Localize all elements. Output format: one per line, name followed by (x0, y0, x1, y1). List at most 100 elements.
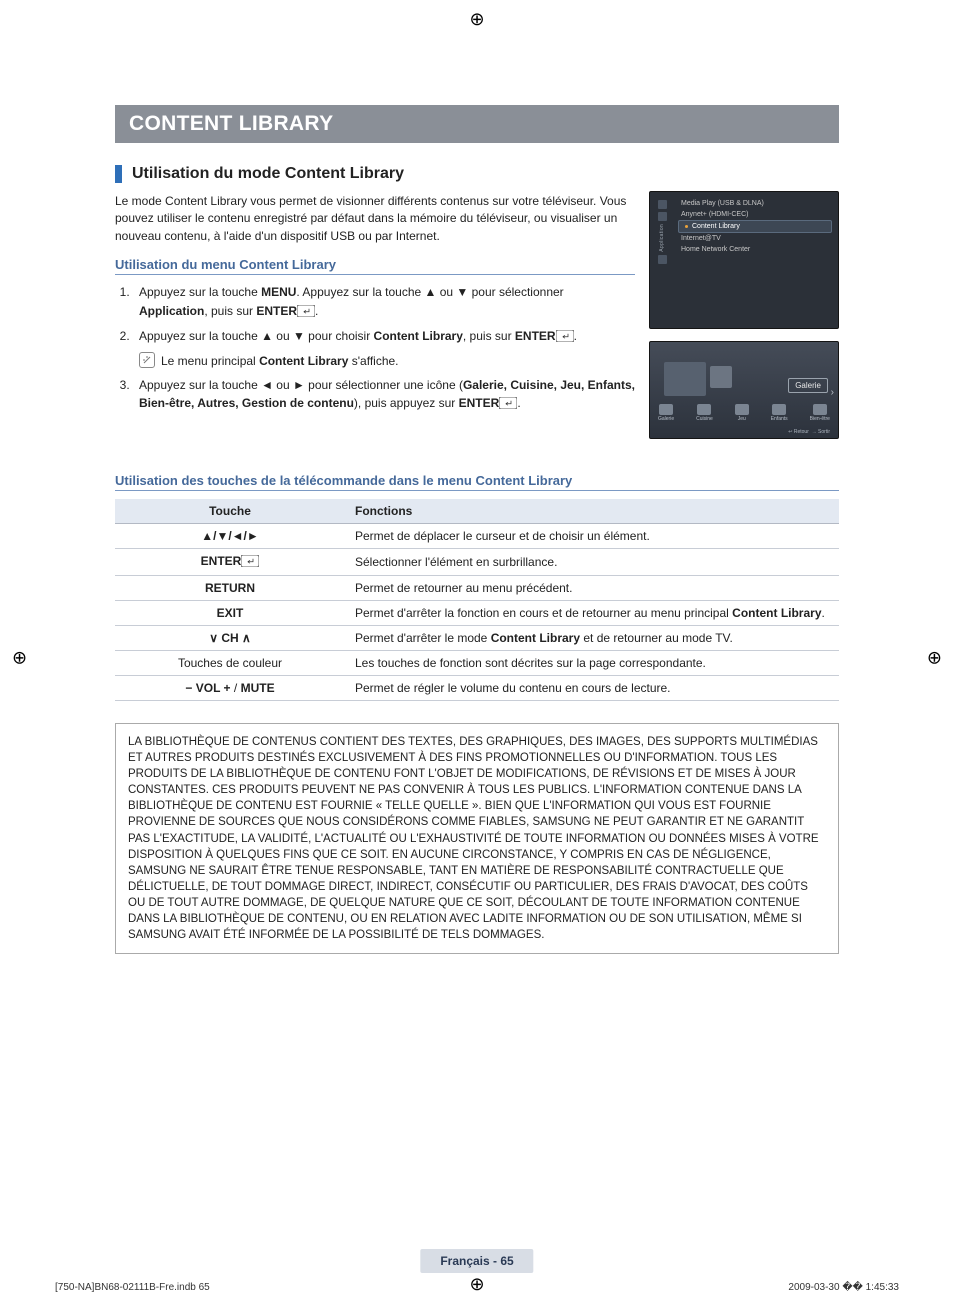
registration-mark-icon: ⊕ (12, 647, 27, 668)
osd-icon-jeu: Jeu (735, 404, 749, 422)
osd-item-internet-tv: Internet@TV (678, 233, 832, 244)
table-row: ∨ CH ∧ Permet d'arrêter le mode Content L… (115, 626, 839, 651)
kw-enter: ENTER (256, 304, 297, 318)
heading: Utilisation du mode Content Library (132, 165, 404, 183)
text: ), puis appuyez sur (354, 396, 459, 410)
osd-tab-icon (658, 200, 667, 209)
remote-keys-table: Touche Fonctions ▲/▼/◄/►Permet de déplac… (115, 499, 839, 701)
text: , puis sur (463, 329, 515, 343)
text: Appuyez sur la touche ◄ ou ► pour sélect… (139, 378, 463, 392)
text: . (822, 606, 825, 620)
kw-enter: ENTER (515, 329, 556, 343)
osd-side-tabs: Application (656, 200, 668, 320)
osd-icon-row: Galerie Cuisine Jeu Enfants Bien-être (658, 404, 830, 422)
kw-content-library: Content Library (259, 354, 348, 368)
cell-fn: Permet de régler le volume du contenu en… (345, 676, 839, 701)
enter-icon (556, 329, 574, 348)
osd-menu-list: Media Play (USB & DLNA) Anynet+ (HDMI-CE… (678, 198, 832, 255)
right-column: Application Media Play (USB & DLNA) Anyn… (649, 191, 839, 439)
registration-mark-icon: ⊕ (469, 9, 484, 30)
table-row: Touches de couleurLes touches de fonctio… (115, 651, 839, 676)
text: Permet d'arrêter la fonction en cours et… (355, 606, 732, 620)
text: . (315, 304, 318, 318)
osd-icon-cuisine: Cuisine (696, 404, 713, 422)
osd-tab-icon (658, 212, 667, 221)
cell-fn: Sélectionner l'élément en surbrillance. (345, 549, 839, 576)
label: Jeu (738, 416, 746, 422)
osd-item-content-library: Content Library (678, 220, 832, 233)
cell-fn: Permet de déplacer le curseur et de choi… (345, 524, 839, 549)
cell-key: EXIT (115, 601, 345, 626)
section-banner: CONTENT LIBRARY (115, 105, 839, 143)
note-text: Le menu principal Content Library s'affi… (161, 352, 399, 371)
text: Appuyez sur la touche (139, 285, 261, 299)
intro-paragraph: Le mode Content Library vous permet de v… (115, 193, 635, 245)
osd-footer-hints: ↩ Retour → Sortir (788, 429, 830, 435)
key-label: − VOL + (185, 681, 230, 695)
hint-return: ↩ Retour (788, 429, 809, 435)
osd-item-media-play: Media Play (USB & DLNA) (678, 198, 832, 209)
key-label: ▲/▼/◄/► (201, 529, 259, 543)
cell-key: ∨ CH ∧ (115, 626, 345, 651)
text: Le menu principal (161, 354, 259, 368)
label: Galerie (658, 416, 674, 422)
heading-accent-bar (115, 165, 122, 183)
osd-item-home-network: Home Network Center (678, 244, 832, 255)
footer-filename: [750-NA]BN68-02111B-Fre.indb 65 (55, 1282, 210, 1293)
table-row: ENTERSélectionner l'élément en surbrilla… (115, 549, 839, 576)
osd-content-library: Galerie › Galerie Cuisine Jeu Enfants Bi… (649, 341, 839, 439)
table-row: EXIT Permet d'arrêter la fonction en cour… (115, 601, 839, 626)
table-row: ▲/▼/◄/► Permet de déplacer le curseur et … (115, 524, 839, 549)
label: Bien-être (810, 416, 830, 422)
enter-icon (297, 304, 315, 323)
table-row: − VOL + / MUTEPermet de régler le volume… (115, 676, 839, 701)
cell-key: Touches de couleur (115, 651, 345, 676)
label: Enfants (771, 416, 788, 422)
key-label: ∨ CH ∧ (209, 631, 251, 645)
osd-icon-bien-etre: Bien-être (810, 404, 830, 422)
note-row: Le menu principal Content Library s'affi… (139, 352, 635, 371)
key-label: MUTE (241, 681, 275, 695)
kw-content-library: Content Library (732, 606, 821, 620)
text: Permet d'arrêter le mode (355, 631, 491, 645)
kw-menu: MENU (261, 285, 296, 299)
osd-preview-tile (710, 366, 732, 388)
legal-notice-box: LA BIBLIOTHÈQUE DE CONTENUS CONTIENT DES… (115, 723, 839, 954)
text: . Appuyez sur la touche ▲ ou ▼ pour séle… (296, 285, 563, 299)
text: Appuyez sur la touche ▲ ou ▼ pour choisi… (139, 329, 374, 343)
footer-timestamp: 2009-03-30 �� 1:45:33 (788, 1282, 899, 1293)
text: . (574, 329, 577, 343)
osd-tab-icon (658, 255, 667, 264)
subheading-remote-keys: Utilisation des touches de la télécomman… (115, 473, 839, 491)
step-1: Appuyez sur la touche MENU. Appuyez sur … (133, 283, 635, 322)
enter-icon (241, 555, 259, 570)
subheading-usage-menu: Utilisation du menu Content Library (115, 257, 635, 275)
osd-item-anynet: Anynet+ (HDMI-CEC) (678, 209, 832, 220)
kw-content-library: Content Library (374, 329, 463, 343)
kw-application: Application (139, 304, 204, 318)
hint-exit: → Sortir (812, 429, 830, 435)
steps-list: Appuyez sur la touche MENU. Appuyez sur … (133, 283, 635, 415)
kw-enter: ENTER (459, 396, 500, 410)
cell-fn: Permet d'arrêter le mode Content Library… (345, 626, 839, 651)
osd-preview-tile (664, 362, 706, 396)
text: . (517, 396, 520, 410)
cell-key: − VOL + / MUTE (115, 676, 345, 701)
cell-fn: Permet de retourner au menu précédent. (345, 576, 839, 601)
kw-content-library: Content Library (491, 631, 580, 645)
left-column: Le mode Content Library vous permet de v… (115, 191, 635, 439)
content-area: CONTENT LIBRARY Utilisation du mode Cont… (115, 105, 839, 954)
osd-icon-galerie: Galerie (658, 404, 674, 422)
osd-selected-label: Galerie (788, 378, 828, 393)
print-footer: [750-NA]BN68-02111B-Fre.indb 65 2009-03-… (55, 1282, 899, 1293)
page-number-badge: Français - 65 (420, 1249, 533, 1273)
osd-icon-enfants: Enfants (771, 404, 788, 422)
label: Cuisine (696, 416, 713, 422)
text: et de retourner au mode TV. (580, 631, 733, 645)
table-row: RETURNPermet de retourner au menu précéd… (115, 576, 839, 601)
cell-fn: Permet d'arrêter la fonction en cours et… (345, 601, 839, 626)
col-fonctions: Fonctions (345, 499, 839, 524)
two-column-body: Le mode Content Library vous permet de v… (115, 191, 839, 439)
text: s'affiche. (348, 354, 398, 368)
cell-key: ENTER (115, 549, 345, 576)
